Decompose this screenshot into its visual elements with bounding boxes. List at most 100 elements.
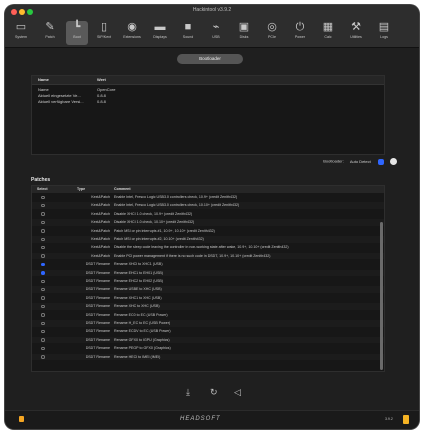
patch-type: Kext&Patch bbox=[91, 220, 110, 225]
patch-select-checkbox[interactable] bbox=[41, 254, 45, 258]
patch-row[interactable]: DSDT Rename Rename XHC to XHC (USB) bbox=[32, 303, 384, 310]
patch-select-checkbox[interactable] bbox=[41, 203, 45, 208]
patch-select-checkbox[interactable] bbox=[41, 329, 45, 334]
patch-row[interactable]: DSDT Rename Rename ECDV to EC (USB Power) bbox=[32, 328, 384, 335]
patch-select-checkbox[interactable] bbox=[41, 355, 45, 359]
patch-select-checkbox[interactable] bbox=[41, 195, 45, 199]
tab-label: Displays bbox=[153, 35, 167, 39]
tab-disks[interactable]: ▣ Disks bbox=[233, 21, 255, 45]
patch-type: Kext&Patch bbox=[91, 203, 110, 208]
patch-row[interactable]: Kext&Patch Patch MSI or pin interrupts #1… bbox=[32, 228, 384, 235]
patch-row[interactable]: DSDT Rename Rename XHCI to XHC1 (USB) bbox=[32, 261, 384, 268]
patch-row[interactable]: DSDT Rename Rename GFX0 to IGPU (Graphics… bbox=[32, 336, 384, 344]
tab-usb[interactable]: ⌁ USB bbox=[205, 21, 227, 45]
patch-type: Kext&Patch bbox=[91, 228, 110, 233]
tab-patch[interactable]: ✎ Patch bbox=[39, 21, 61, 45]
refresh-icon[interactable] bbox=[390, 158, 397, 165]
patch-row[interactable]: Kext&Patch Disable XHCI 1.0 check, 10.10+… bbox=[32, 219, 384, 226]
disk-icon: ▣ bbox=[238, 21, 250, 33]
tab-label: USB bbox=[212, 35, 220, 39]
download-icon[interactable]: ⤓ bbox=[186, 387, 190, 398]
patch-row[interactable]: DSDT Rename Rename USBE to XHC (USB) bbox=[32, 286, 384, 293]
extensions-icon: ◉ bbox=[127, 21, 137, 33]
tab-sound[interactable]: ■ Sound bbox=[177, 21, 199, 45]
patch-type: DSDT Rename bbox=[85, 262, 110, 267]
patch-comment: Patch MSI or pin interrupts #2, 10.10+ (… bbox=[114, 237, 204, 241]
patch-select-checkbox[interactable] bbox=[41, 271, 45, 275]
toolbar: ▭ System ✎ Patch ┗ Boot ▯ SIP/Kext ◉ Extensio… bbox=[5, 17, 419, 48]
patch-comment: Rename XHC to XHC (USB) bbox=[114, 304, 160, 309]
patch-row[interactable]: DSDT Rename Rename HECI to IMEI (IMEI) bbox=[32, 353, 384, 361]
tab-label: SIP/Kext bbox=[97, 35, 111, 39]
patch-comment: Rename HECI to IMEI (IMEI) bbox=[114, 354, 161, 359]
patch-select-checkbox[interactable] bbox=[41, 321, 45, 325]
patch-row[interactable]: Kext&Patch Disable XHCI 1.0 check, 10.9+ … bbox=[32, 211, 384, 218]
patch-select-checkbox[interactable] bbox=[41, 279, 45, 283]
sound-icon: ■ bbox=[184, 21, 192, 33]
bootloader-segment-button[interactable]: Bootloader bbox=[177, 54, 243, 64]
tab-label: Sound bbox=[182, 35, 194, 39]
patch-row[interactable]: Kext&Patch Disable the sleep code leaving… bbox=[32, 244, 384, 251]
patch-row[interactable]: Kext&Patch Patch MSI or pin interrupts #2… bbox=[32, 236, 384, 243]
patch-select-checkbox[interactable] bbox=[41, 296, 45, 300]
tab-system[interactable]: ▭ System bbox=[10, 21, 32, 45]
column-header-type: Type bbox=[77, 187, 86, 191]
patch-type: Kext&Patch bbox=[91, 245, 110, 250]
patch-select-checkbox[interactable] bbox=[41, 304, 45, 309]
patch-comment: Enable Intel, Fresco Logic USB3.0 contro… bbox=[114, 195, 238, 199]
patch-select-checkbox[interactable] bbox=[41, 212, 45, 216]
lock-icon[interactable] bbox=[19, 416, 24, 422]
patch-select-checkbox[interactable] bbox=[41, 237, 45, 241]
patch-row[interactable]: DSDT Rename Rename EHC2 to EH02 (USB) bbox=[32, 278, 384, 285]
version-label: 3.9.2 bbox=[385, 417, 393, 421]
patch-select-checkbox[interactable] bbox=[41, 346, 45, 351]
calculator-icon: ▦ bbox=[322, 21, 334, 33]
table-cell: 0.8.8 bbox=[97, 99, 106, 104]
tab-calc[interactable]: ▦ Calc bbox=[317, 21, 339, 45]
computer-icon: ▭ bbox=[15, 21, 27, 33]
table-cell: Aktuell eingesetzte Ve... bbox=[38, 93, 81, 98]
patch-comment: Rename XHCI to XHC1 (USB) bbox=[114, 262, 163, 267]
patch-type: DSDT Rename bbox=[85, 270, 110, 275]
patch-select-checkbox[interactable] bbox=[41, 245, 45, 250]
patch-row[interactable]: DSDT Rename Rename EC0 to EC (USB Power) bbox=[32, 312, 384, 319]
patch-select-checkbox[interactable] bbox=[41, 220, 45, 225]
patch-select-checkbox[interactable] bbox=[41, 262, 45, 267]
tab-utilities[interactable]: ⚒ Utilities bbox=[345, 21, 367, 45]
scrollbar[interactable] bbox=[380, 222, 383, 370]
title-bar: Hackintool v3.9.2 bbox=[5, 5, 419, 17]
tab-boot[interactable]: ┗ Boot bbox=[66, 21, 88, 45]
patch-row[interactable]: Kext&Patch Enable Intel, Fresco Logic USB… bbox=[32, 202, 384, 209]
tab-logs[interactable]: ▤ Logs bbox=[373, 21, 395, 45]
tab-pcie[interactable]: ◎ PCIe bbox=[261, 21, 283, 45]
patch-select-checkbox[interactable] bbox=[41, 313, 45, 317]
action-bar: ⤓ ↻ ◁ bbox=[180, 387, 250, 401]
table-header: Name Wert bbox=[32, 76, 384, 85]
tab-label: Extensions bbox=[123, 35, 141, 39]
footer: HEADSOFT 3.9.2 bbox=[5, 410, 419, 429]
patch-row[interactable]: DSDT Rename Rename XHC1 to XHC (USB) bbox=[32, 295, 384, 302]
refresh-icon[interactable]: ↻ bbox=[210, 387, 218, 398]
power-icon: ⏻ bbox=[295, 21, 305, 33]
patch-select-checkbox[interactable] bbox=[41, 287, 45, 292]
patch-row[interactable]: DSDT Rename Rename EHC1 to EH01 (USB) bbox=[32, 269, 384, 277]
patch-row[interactable]: DSDT Rename Rename PEGP to GFX0 (Graphics… bbox=[32, 345, 384, 352]
patch-type: Kext&Patch bbox=[91, 237, 110, 241]
speaker-icon[interactable]: ◁ bbox=[234, 387, 241, 398]
tab-power[interactable]: ⏻ Power bbox=[289, 21, 311, 45]
patch-row[interactable]: Kext&Patch Enable Intel, Fresco Logic USB… bbox=[32, 194, 384, 201]
patch-select-checkbox[interactable] bbox=[41, 338, 45, 342]
beer-icon[interactable] bbox=[403, 415, 409, 424]
patch-select-checkbox[interactable] bbox=[41, 229, 45, 233]
tab-displays[interactable]: ▬ Displays bbox=[149, 21, 171, 45]
table-cell: Aktuell verfügbare Versi... bbox=[38, 99, 84, 104]
patch-row[interactable]: Kext&Patch Enable PCI power management if… bbox=[32, 252, 384, 260]
bootloader-select[interactable]: Auto Detect bbox=[350, 159, 371, 164]
table-cell: 0.8.8 bbox=[97, 93, 106, 98]
patch-row[interactable]: DSDT Rename Rename H_EC to EC (USB Power) bbox=[32, 320, 384, 327]
patch-type: DSDT Rename bbox=[85, 279, 110, 283]
tab-sip-kext[interactable]: ▯ SIP/Kext bbox=[93, 21, 115, 45]
pcie-icon: ◎ bbox=[267, 21, 277, 33]
dropdown-arrow-icon[interactable] bbox=[377, 158, 384, 165]
tab-extensions[interactable]: ◉ Extensions bbox=[121, 21, 143, 45]
